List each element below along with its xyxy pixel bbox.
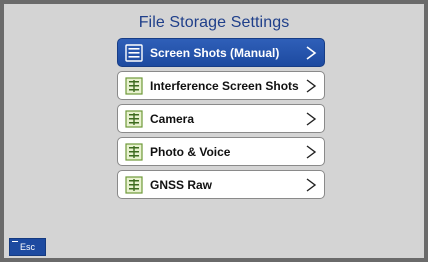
chevron-right-icon	[306, 111, 317, 126]
menu-item-camera[interactable]: Camera	[117, 104, 325, 133]
esc-label: Esc	[19, 242, 35, 252]
esc-notch	[12, 241, 18, 242]
menu-item-label: Photo & Voice	[150, 144, 231, 159]
chevron-right-icon	[306, 144, 317, 159]
menu-item-screen-shots-manual[interactable]: Screen Shots (Manual)	[117, 38, 325, 67]
chevron-right-icon	[306, 78, 317, 93]
document-list-icon	[125, 76, 143, 95]
menu-item-label: GNSS Raw	[150, 177, 213, 192]
menu-item-label: Interference Screen Shots	[150, 78, 299, 93]
chevron-right-icon	[306, 45, 317, 60]
settings-menu: Screen Shots (Manual) Interference Scree…	[117, 38, 325, 203]
document-list-icon	[125, 175, 143, 194]
menu-item-label: Screen Shots (Manual)	[150, 45, 280, 60]
screen-frame: File Storage Settings Screen Shots (Manu…	[0, 0, 428, 262]
menu-item-interference-screen-shots[interactable]: Interference Screen Shots	[117, 71, 325, 100]
document-list-icon	[125, 43, 143, 62]
menu-item-label: Camera	[150, 111, 195, 126]
esc-button[interactable]: Esc	[9, 238, 46, 256]
page-title: File Storage Settings	[138, 14, 290, 31]
menu-item-gnss-raw[interactable]: GNSS Raw	[117, 170, 325, 199]
document-list-icon	[125, 109, 143, 128]
document-list-icon	[125, 142, 143, 161]
menu-item-photo-voice[interactable]: Photo & Voice	[117, 137, 325, 166]
chevron-right-icon	[306, 177, 317, 192]
